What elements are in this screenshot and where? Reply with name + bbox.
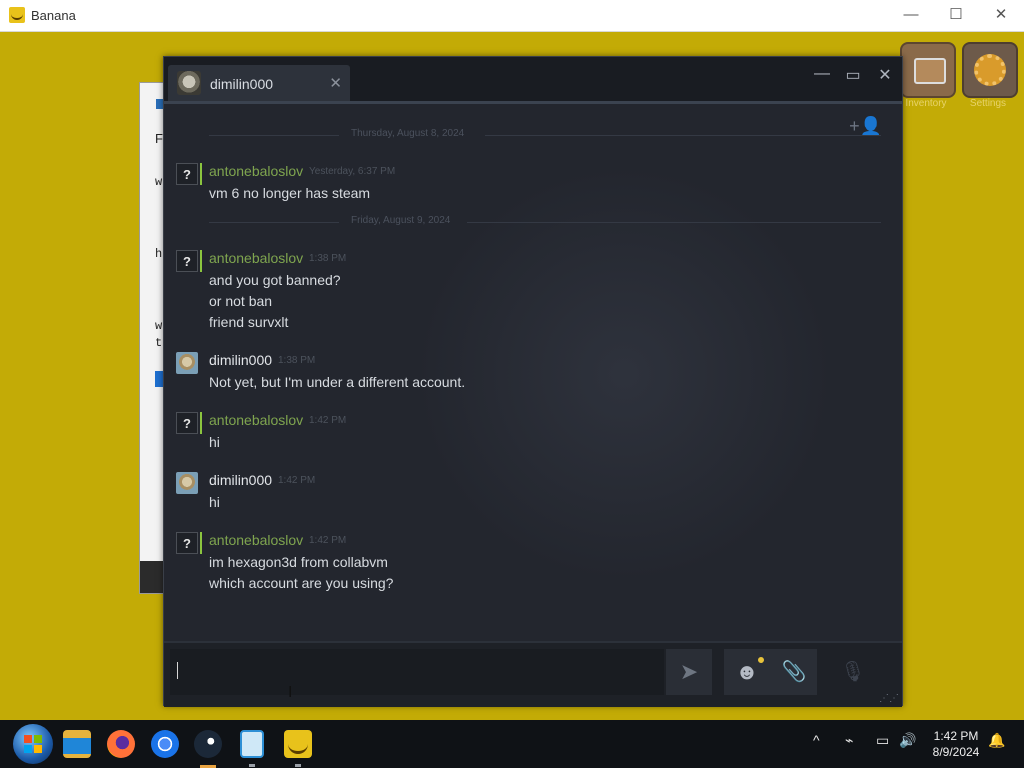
resize-grip-icon[interactable]: ⋰⋰ — [879, 693, 899, 704]
taskbar-clock[interactable]: 1:42 PM 8/9/2024 — [920, 728, 992, 760]
banana-titlebar: Banana — ☐ ✕ — [0, 0, 1024, 32]
notification-icon[interactable]: 🔔 — [988, 732, 1005, 749]
new-emoticon-badge — [758, 657, 764, 663]
message-text: vm 6 no longer has steam — [209, 185, 371, 201]
text-cursor-icon: I — [288, 684, 293, 701]
banana-window-title: Banana — [31, 8, 76, 23]
sender-name[interactable]: antonebaloslov — [209, 532, 303, 548]
bg-selection — [155, 371, 163, 387]
notepad-icon[interactable] — [240, 730, 264, 758]
chat-close-button[interactable]: ✕ — [872, 65, 898, 85]
text-caret — [177, 662, 178, 679]
day-divider-label: Friday, August 9, 2024 — [351, 215, 451, 226]
message-text: Not yet, but I'm under a different accou… — [209, 374, 466, 390]
avatar — [177, 71, 201, 95]
bg-text-line: h — [155, 247, 163, 261]
desktop-icon-label: Settings — [969, 98, 1007, 109]
treasure-chest-icon[interactable] — [900, 42, 956, 98]
message-time: 1:42 PM — [278, 475, 316, 486]
day-divider-label: Thursday, August 8, 2024 — [351, 128, 465, 139]
windows-logo-icon — [24, 735, 42, 753]
start-button[interactable] — [13, 724, 53, 764]
running-indicator — [249, 764, 255, 767]
chat-tab-dimilin000[interactable]: dimilin000 ✕ — [168, 65, 350, 103]
day-divider: Thursday, August 8, 2024 — [209, 128, 881, 142]
send-button[interactable]: ➤ — [666, 649, 712, 695]
message-time: 1:42 PM — [309, 535, 347, 546]
outer-minimize-button[interactable]: — — [895, 4, 927, 26]
message-time: 1:38 PM — [278, 355, 316, 366]
banana-app-icon — [9, 7, 25, 23]
unknown-avatar-icon: ? — [176, 532, 202, 554]
running-indicator — [295, 764, 301, 767]
chat-minimize-button[interactable]: — — [809, 65, 835, 83]
sender-name[interactable]: dimilin000 — [209, 472, 272, 488]
avatar — [176, 472, 198, 494]
desktop-icon-label: Inventory — [905, 98, 947, 109]
message-text: hi — [209, 434, 220, 450]
banana-icon[interactable] — [284, 730, 312, 758]
volume-icon[interactable]: 🔊 — [899, 732, 916, 749]
message-text: or not ban — [209, 293, 273, 309]
message-text: hi — [209, 494, 220, 510]
chat-input-area: ➤ ☻ 📎 🎙 ⋰⋰ — [164, 641, 902, 707]
network-icon[interactable]: ⌁ — [845, 732, 853, 749]
sender-name[interactable]: antonebaloslov — [209, 250, 303, 266]
unknown-avatar-icon: ? — [176, 412, 202, 434]
close-tab-icon[interactable]: ✕ — [329, 74, 342, 92]
message-history[interactable]: +👤 Thursday, August 8, 2024 ? antonebalo… — [164, 104, 902, 641]
clock-time: 1:42 PM — [933, 729, 979, 743]
chat-maximize-button[interactable]: ▭ — [840, 65, 866, 85]
gear-icon[interactable] — [962, 42, 1018, 98]
taskbar: ^ ⌁ ▭ 🔊 1:42 PM 8/9/2024 🔔 — [0, 720, 1024, 768]
display-icon[interactable]: ▭ — [876, 732, 889, 749]
bg-text-line: w — [155, 175, 163, 189]
message-text: and you got banned? — [209, 272, 341, 288]
attach-button[interactable]: 📎 — [771, 649, 817, 695]
message-time: Yesterday, 6:37 PM — [309, 166, 396, 177]
steam-chat-window: dimilin000 ✕ — ▭ ✕ +👤 Thursday, August 8… — [163, 56, 903, 707]
message-input[interactable] — [170, 649, 664, 695]
message-time: 1:42 PM — [309, 415, 347, 426]
message-time: 1:38 PM — [309, 253, 347, 264]
chrome-icon[interactable] — [151, 730, 179, 758]
clock-date: 8/9/2024 — [932, 745, 980, 759]
emoticon-button[interactable]: ☻ — [724, 649, 770, 695]
outer-maximize-button[interactable]: ☐ — [940, 4, 972, 26]
message-text: friend survxlt — [209, 314, 289, 330]
chat-tab-label: dimilin000 — [210, 76, 274, 92]
message-text: im hexagon3d from collabvm — [209, 554, 388, 570]
avatar — [176, 352, 198, 374]
bg-text-line: t — [155, 336, 163, 350]
sender-name[interactable]: antonebaloslov — [209, 163, 303, 179]
show-hidden-icons-icon[interactable]: ^ — [813, 732, 820, 748]
unknown-avatar-icon: ? — [176, 250, 202, 272]
outer-close-button[interactable]: ✕ — [985, 4, 1017, 26]
unknown-avatar-icon: ? — [176, 163, 202, 185]
sender-name[interactable]: antonebaloslov — [209, 412, 303, 428]
bg-text-line: w — [155, 319, 163, 333]
voice-chat-button[interactable]: 🎙 — [830, 649, 876, 695]
chat-tabbar: dimilin000 ✕ — ▭ ✕ — [164, 57, 902, 103]
emoticon-attach-group: ☻ 📎 — [724, 649, 817, 695]
steam-icon[interactable] — [194, 730, 222, 758]
sender-name[interactable]: dimilin000 — [209, 352, 272, 368]
file-explorer-icon[interactable] — [63, 730, 91, 758]
firefox-icon[interactable] — [107, 730, 135, 758]
day-divider: Friday, August 9, 2024 — [209, 215, 881, 229]
message-text: which account are you using? — [209, 575, 394, 591]
